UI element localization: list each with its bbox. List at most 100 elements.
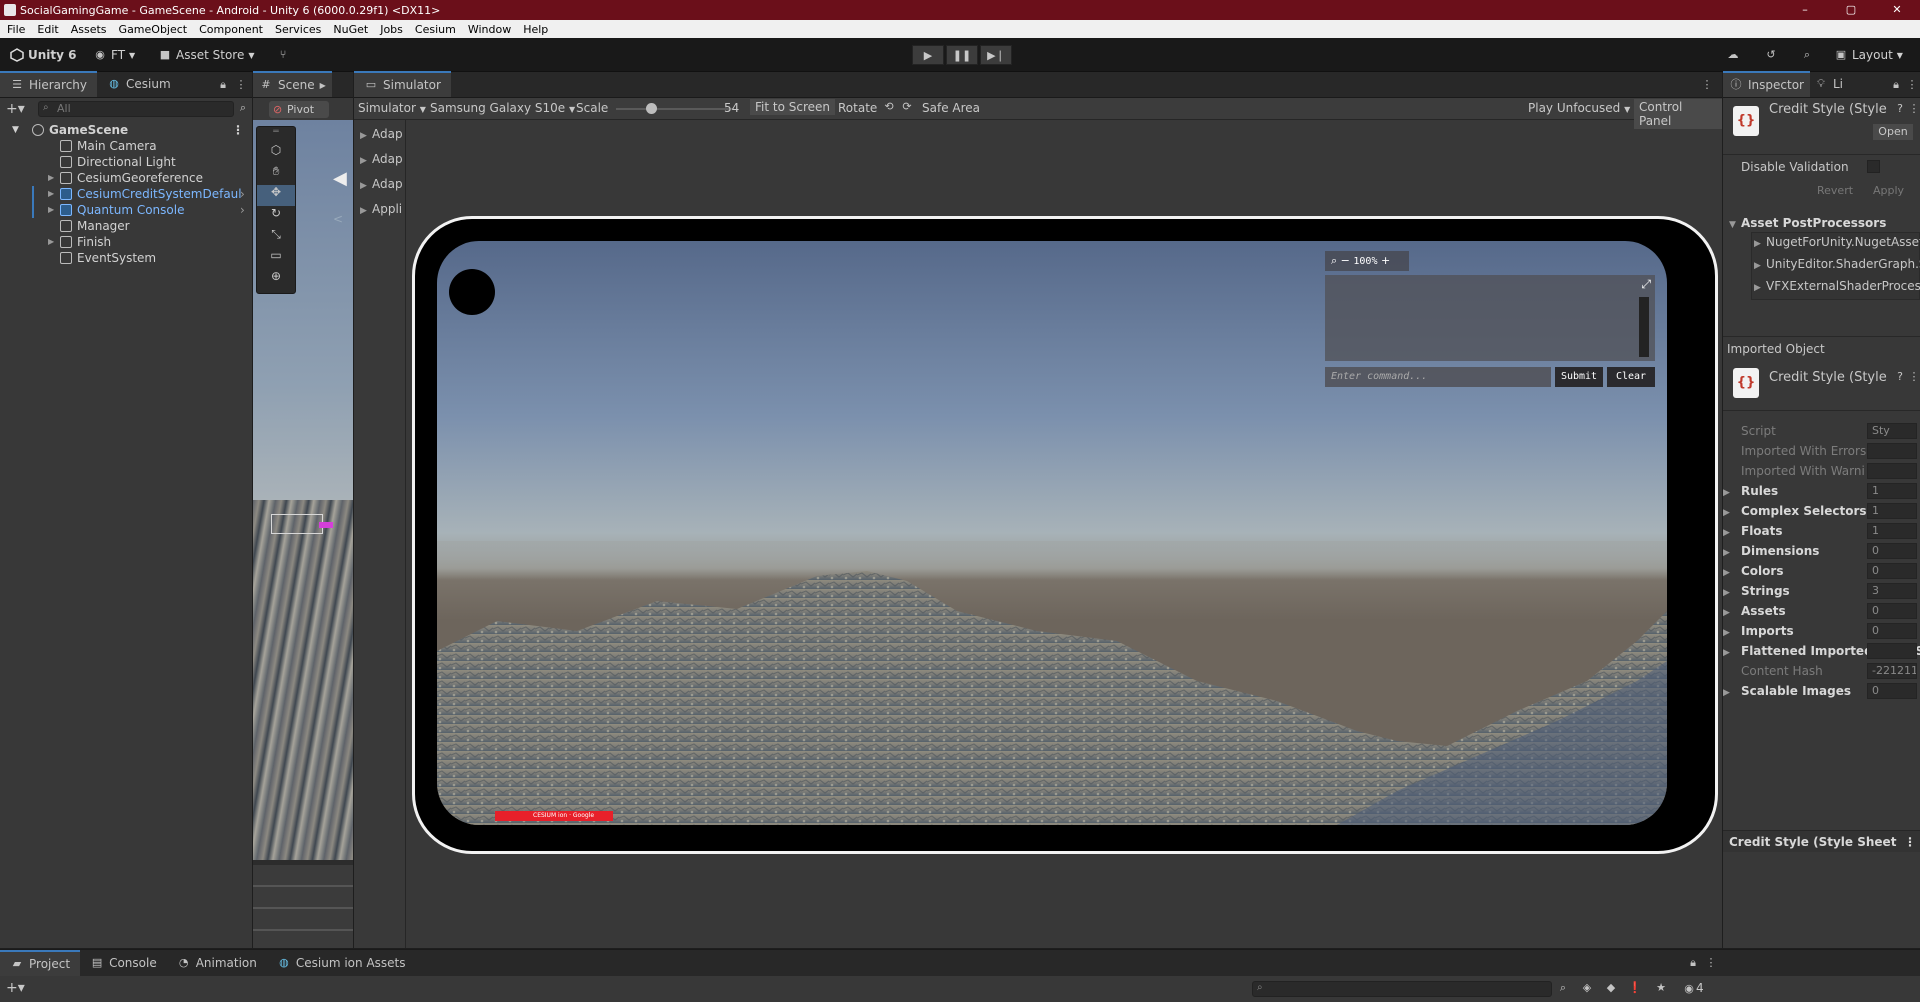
safe-area-toggle[interactable]: Safe Area xyxy=(922,101,980,115)
rotate-tool-icon[interactable]: ↻ xyxy=(257,206,295,227)
tab-scene[interactable]: # Scene ▶ xyxy=(253,71,332,97)
hier-item[interactable]: ▶ Quantum Console › xyxy=(32,202,245,218)
asset-store-dropdown[interactable]: ■ Asset Store ▼ xyxy=(158,46,255,64)
property-row[interactable]: ▶ Imports 0 xyxy=(1723,622,1919,640)
zoom-out-button[interactable]: − xyxy=(1341,254,1350,267)
property-row[interactable]: ▶ Floats 1 xyxy=(1723,522,1919,540)
visibility-count[interactable]: ◉ 4 xyxy=(1682,981,1703,996)
more-options-icon[interactable]: ⋮ xyxy=(1904,831,1916,853)
menu-component[interactable]: Component xyxy=(199,23,263,36)
property-row[interactable]: Imported With Warni xyxy=(1723,462,1919,480)
chevron-right-icon[interactable]: › xyxy=(240,202,245,218)
hierarchy-search-input[interactable]: ⌕ All xyxy=(38,101,234,117)
scene-menu-icon[interactable]: ⋮ xyxy=(232,122,244,138)
more-options-icon[interactable]: ⋮ xyxy=(234,78,248,92)
property-row[interactable]: ▶ Assets 0 xyxy=(1723,602,1919,620)
property-row[interactable]: ▶Flattened Imported Style Shee xyxy=(1723,642,1920,660)
more-options-icon[interactable]: ⋮ xyxy=(1704,956,1718,970)
hier-item[interactable]: ▶ CesiumGeoreference xyxy=(48,170,203,186)
tab-lighting[interactable]: 💡︎ Li xyxy=(1810,71,1847,97)
hier-item[interactable]: ▶ Finish xyxy=(48,234,111,250)
label-filter-icon[interactable]: ◆ xyxy=(1604,981,1618,995)
menu-window[interactable]: Window xyxy=(468,23,511,36)
property-row[interactable]: Script Sty xyxy=(1723,422,1919,440)
apply-button[interactable]: Apply xyxy=(1873,184,1904,197)
menu-help[interactable]: Help xyxy=(523,23,548,36)
property-row[interactable]: ▶ Strings 3 xyxy=(1723,582,1919,600)
history-button[interactable]: ↺ xyxy=(1764,46,1778,64)
hier-item[interactable]: Manager xyxy=(60,218,130,234)
zoom-in-button[interactable]: + xyxy=(1381,254,1390,267)
hier-item[interactable]: Directional Light xyxy=(60,154,176,170)
postprocessor-item[interactable]: ▶ VFXExternalShaderProcess xyxy=(1754,279,1920,293)
menu-edit[interactable]: Edit xyxy=(37,23,58,36)
menu-file[interactable]: File xyxy=(7,23,25,36)
tab-simulator[interactable]: ▭ Simulator xyxy=(354,71,451,97)
console-command-input[interactable]: Enter command... xyxy=(1325,367,1551,387)
property-row[interactable]: Imported With Errors xyxy=(1723,442,1919,460)
step-button[interactable]: ▶❘ xyxy=(980,45,1012,65)
minimize-button[interactable]: – xyxy=(1782,0,1828,20)
tab-inspector[interactable]: ⓘ Inspector xyxy=(1723,71,1810,97)
help-icon[interactable]: ? xyxy=(1893,370,1907,384)
scale-tool-icon[interactable]: ⤡ xyxy=(257,227,295,248)
scale-slider[interactable] xyxy=(616,103,734,114)
chevron-right-icon[interactable]: › xyxy=(240,186,245,202)
console-clear-button[interactable]: Clear xyxy=(1607,367,1655,387)
menu-cesium[interactable]: Cesium xyxy=(415,23,456,36)
search-icon[interactable]: ⌕ xyxy=(1331,254,1337,267)
search-filter-icon[interactable]: ⌕ xyxy=(1556,981,1570,995)
control-panel-button[interactable]: Control Panel xyxy=(1634,99,1722,129)
lock-icon[interactable]: 🔒︎ xyxy=(1686,956,1700,970)
revert-button[interactable]: Revert xyxy=(1817,184,1853,197)
menu-gameobject[interactable]: GameObject xyxy=(119,23,188,36)
project-search-input[interactable]: ⌕ xyxy=(1252,981,1552,997)
fit-to-screen-button[interactable]: Fit to Screen xyxy=(750,99,835,115)
postprocessor-item[interactable]: ▶ UnityEditor.ShaderGraph.Sh xyxy=(1754,257,1920,271)
more-options-icon[interactable]: ⋮ xyxy=(1907,370,1920,384)
tab-cesium[interactable]: ◍ Cesium xyxy=(97,71,181,97)
expand-arrow-icon[interactable]: ▶ xyxy=(48,186,54,202)
hier-item[interactable]: Main Camera xyxy=(60,138,157,154)
scene-orientation-gizmo[interactable]: ◀ xyxy=(333,168,347,189)
property-row[interactable]: ▶ Complex Selectors 1 xyxy=(1723,502,1919,520)
hier-item[interactable]: ▶ CesiumCreditSystemDefaul › xyxy=(32,186,245,202)
lock-icon[interactable]: 🔒︎ xyxy=(216,78,230,92)
play-button[interactable]: ▶ xyxy=(912,45,944,65)
type-filter-icon[interactable]: ◈ xyxy=(1580,981,1594,995)
account-dropdown[interactable]: ◉ FT ▼ xyxy=(93,46,135,64)
property-row[interactable]: ▶ Rules 1 xyxy=(1723,482,1919,500)
maximize-console-icon[interactable]: ⤢ xyxy=(1641,277,1651,292)
pivot-dropdown[interactable]: ⊘ Pivot xyxy=(269,101,329,118)
favorite-icon[interactable]: ★ xyxy=(1654,981,1668,995)
foldout-item[interactable]: ▶ Adap xyxy=(360,177,403,191)
rotate-left-icon[interactable]: ⟲ xyxy=(882,100,896,114)
hier-item[interactable]: EventSystem xyxy=(60,250,156,266)
foldout-item[interactable]: ▶ Adap xyxy=(360,152,403,166)
search-filter-icon[interactable]: ⌕ xyxy=(236,101,250,115)
tab-hierarchy[interactable]: ☰ Hierarchy xyxy=(0,71,98,97)
scale-slider-knob[interactable] xyxy=(646,103,658,114)
expand-arrow-icon[interactable]: ▶ xyxy=(48,202,54,218)
cloud-button[interactable]: ☁ xyxy=(1726,46,1740,64)
menu-jobs[interactable]: Jobs xyxy=(380,23,403,36)
postprocessor-item[interactable]: ▶ NugetForUnity.NugetAssetI xyxy=(1754,235,1920,249)
warning-filter-icon[interactable]: ❗ xyxy=(1628,981,1642,995)
property-row[interactable]: ▶ Scalable Images 0 xyxy=(1723,682,1919,700)
version-control-button[interactable]: ⑂ xyxy=(276,46,290,64)
tab-project[interactable]: ▰ Project xyxy=(0,950,81,976)
menu-nuget[interactable]: NuGet xyxy=(333,23,368,36)
more-options-icon[interactable]: ⋮ xyxy=(1907,102,1920,116)
console-submit-button[interactable]: Submit xyxy=(1555,367,1603,387)
help-icon[interactable]: ? xyxy=(1893,102,1907,116)
expand-arrow-icon[interactable]: ▶ xyxy=(48,170,54,186)
postprocessors-header[interactable]: ▼ Asset PostProcessors xyxy=(1729,216,1886,230)
property-row[interactable]: ▶ Colors 0 xyxy=(1723,562,1919,580)
property-row[interactable]: ▶ Dimensions 0 xyxy=(1723,542,1919,560)
more-options-icon[interactable]: ⋮ xyxy=(1905,78,1919,92)
device-dropdown[interactable]: Samsung Galaxy S10e ▼ xyxy=(430,101,575,115)
move-tool-icon[interactable]: ✥ xyxy=(257,185,295,206)
search-button[interactable]: ⌕ xyxy=(1800,46,1814,64)
unity-version-button[interactable]: Unity 6 xyxy=(10,46,77,64)
scene-root[interactable]: ▼ GameScene ⋮ xyxy=(12,122,244,138)
